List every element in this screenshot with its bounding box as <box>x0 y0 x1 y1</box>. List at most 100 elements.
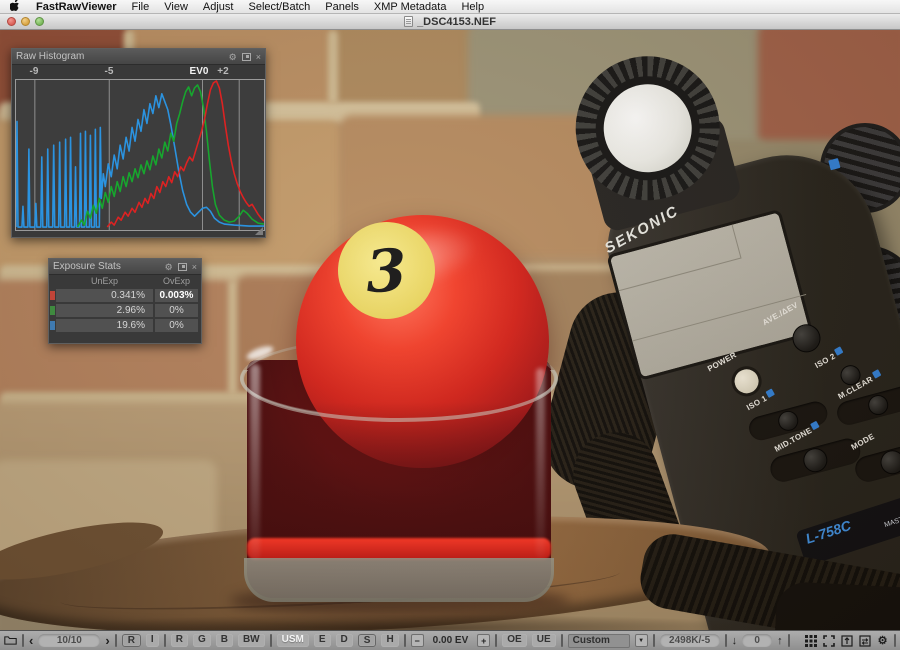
float-panel-icon[interactable] <box>178 263 187 271</box>
adjust-d-button[interactable]: D <box>336 634 353 647</box>
menu-bar: FastRawViewer File View Adjust Select/Ba… <box>0 0 900 14</box>
close-window-button[interactable] <box>7 17 16 26</box>
apple-menu-icon[interactable] <box>10 0 21 13</box>
exposure-stats-panel: Exposure Stats ⚙ × UnExp OvExp 0.341% 0.… <box>48 258 202 344</box>
histogram-panel-title: Raw Histogram <box>16 51 84 62</box>
rating-value: 0 <box>742 634 772 647</box>
ev-tick-label: +2 <box>209 66 237 77</box>
separator <box>270 634 272 647</box>
separator <box>788 634 790 647</box>
menu-item-xmp-metadata[interactable]: XMP Metadata <box>374 0 447 14</box>
menu-item-app[interactable]: FastRawViewer <box>36 0 117 14</box>
adjust-e-button[interactable]: E <box>314 634 331 647</box>
red-ovexp-value: 0.003% <box>155 289 198 302</box>
menu-item-select-batch[interactable]: Select/Batch <box>248 0 310 14</box>
glass-highlight-left <box>250 364 260 560</box>
open-file-icon[interactable] <box>4 634 17 647</box>
separator <box>495 634 497 647</box>
zoom-window-button[interactable] <box>35 17 44 26</box>
next-file-button[interactable]: › <box>105 634 109 647</box>
separator <box>725 634 727 647</box>
wb-value: 2498K/-5 <box>660 634 720 647</box>
gear-icon[interactable]: ⚙ <box>229 52 237 62</box>
histogram-plot <box>15 79 265 231</box>
document-icon <box>404 16 413 27</box>
menu-item-adjust[interactable]: Adjust <box>203 0 234 14</box>
menu-item-file[interactable]: File <box>132 0 150 14</box>
raw-histogram-panel: Raw Histogram ⚙ × -9 -5 EV0 +2 <box>11 48 266 238</box>
separator <box>22 634 24 647</box>
ev-increase-button[interactable]: + <box>477 634 490 647</box>
column-header-ovexp: OvExp <box>155 276 198 286</box>
float-panel-icon[interactable] <box>242 53 251 61</box>
rating-down-button[interactable]: ↓ <box>732 635 738 647</box>
blue-channel-chip <box>50 321 55 330</box>
grid-view-icon[interactable] <box>804 634 817 647</box>
bottom-toolbar: ‹ 10/10 › R I R G B BW USM E D S H − 0.0… <box>0 630 900 650</box>
close-icon[interactable]: × <box>256 52 261 62</box>
blue-badge <box>828 158 840 170</box>
settings-gear-icon[interactable]: ⚙ <box>876 634 889 647</box>
channel-bw-button[interactable]: BW <box>238 634 265 647</box>
window-title-bar[interactable]: _DSC4153.NEF <box>0 14 900 30</box>
raw-toggle-button[interactable]: R <box>122 634 141 647</box>
close-icon[interactable]: × <box>192 262 197 272</box>
separator <box>653 634 655 647</box>
menu-item-help[interactable]: Help <box>461 0 484 14</box>
mortar-joint <box>228 280 237 395</box>
ev-tick-label: -9 <box>20 66 48 77</box>
menu-item-view[interactable]: View <box>164 0 188 14</box>
info-toggle-button[interactable]: I <box>146 634 159 647</box>
blue-unexp-value: 19.6% <box>56 319 153 332</box>
channel-b-button[interactable]: B <box>216 634 233 647</box>
transfer-icon[interactable] <box>858 634 871 647</box>
channel-g-button[interactable]: G <box>193 634 211 647</box>
usm-button[interactable]: USM <box>277 634 309 647</box>
resize-handle[interactable] <box>255 227 263 235</box>
ue-button[interactable]: UE <box>532 634 556 647</box>
ev-decrease-button[interactable]: − <box>411 634 424 647</box>
mortar-joint <box>328 30 338 104</box>
green-ovexp-value: 0% <box>155 304 198 317</box>
blue-ovexp-value: 0% <box>155 319 198 332</box>
stats-panel-title: Exposure Stats <box>53 261 121 272</box>
glass-refraction-band <box>247 538 551 560</box>
red-channel-chip <box>50 291 55 300</box>
rating-up-button[interactable]: ↑ <box>777 635 783 647</box>
wb-dropdown-button[interactable]: ▼ <box>635 634 648 647</box>
file-counter: 10/10 <box>38 634 100 647</box>
gear-icon[interactable]: ⚙ <box>165 262 173 272</box>
stats-row-green: 2.96% 0% <box>56 304 198 317</box>
oe-button[interactable]: OE <box>502 634 526 647</box>
ev-tick-label: -5 <box>95 66 123 77</box>
separator <box>561 634 563 647</box>
stats-row-red: 0.341% 0.003% <box>56 289 198 302</box>
prev-file-button[interactable]: ‹ <box>29 634 33 647</box>
channel-r-button[interactable]: R <box>171 634 188 647</box>
wb-preset-select[interactable]: Custom <box>568 634 630 648</box>
stats-row-blue: 19.6% 0% <box>56 319 198 332</box>
histogram-panel-header[interactable]: Raw Histogram ⚙ × <box>12 49 265 65</box>
ev-scale: -9 -5 EV0 +2 <box>12 66 267 79</box>
separator <box>894 634 896 647</box>
ev-value: 0.00 EV <box>429 635 473 646</box>
stats-panel-header[interactable]: Exposure Stats ⚙ × <box>49 259 201 275</box>
window-title: _DSC4153.NEF <box>417 16 496 28</box>
glass-rim-front <box>240 370 558 424</box>
brick <box>334 30 474 106</box>
green-channel-chip <box>50 306 55 315</box>
separator <box>164 634 166 647</box>
separator <box>404 634 406 647</box>
adjust-h-button[interactable]: H <box>381 634 398 647</box>
menu-item-panels[interactable]: Panels <box>325 0 359 14</box>
ball-number: 3 <box>365 235 409 305</box>
separator <box>115 634 117 647</box>
column-header-unexp: UnExp <box>56 276 153 286</box>
minimize-window-button[interactable] <box>21 17 30 26</box>
fullscreen-icon[interactable] <box>822 634 835 647</box>
glass-bottom <box>244 558 554 602</box>
green-unexp-value: 2.96% <box>56 304 153 317</box>
red-unexp-value: 0.341% <box>56 289 153 302</box>
export-icon[interactable] <box>840 634 853 647</box>
adjust-s-button[interactable]: S <box>358 634 377 647</box>
